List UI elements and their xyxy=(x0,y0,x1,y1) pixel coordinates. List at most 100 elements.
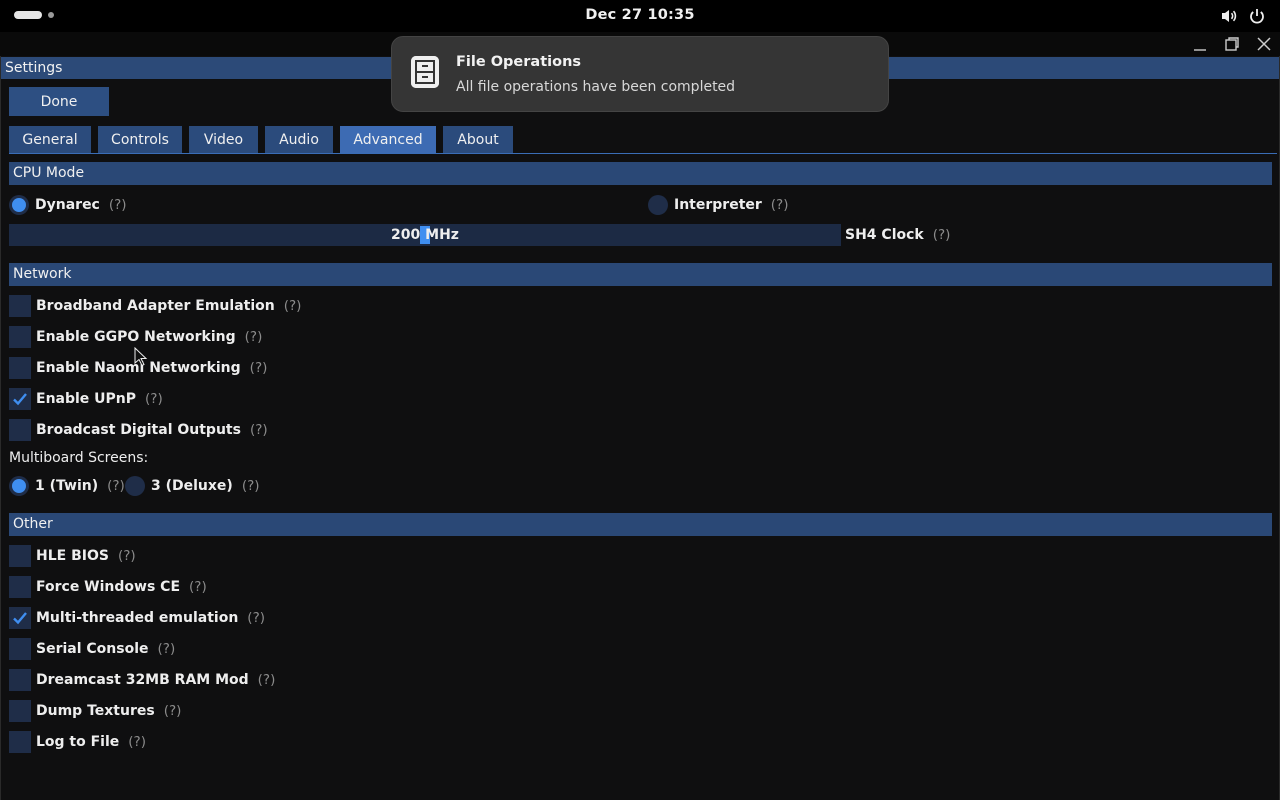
checkbox[interactable] xyxy=(9,545,31,567)
help-marker[interactable]: (?) xyxy=(107,478,125,494)
close-button[interactable] xyxy=(1256,36,1272,52)
checkbox[interactable] xyxy=(9,731,31,753)
radio-label: 3 (Deluxe) xyxy=(151,478,233,494)
checkbox-ggpo-networking[interactable]: Enable GGPO Networking (?) xyxy=(9,326,262,348)
help-marker[interactable]: (?) xyxy=(771,197,789,213)
help-marker[interactable]: (?) xyxy=(164,703,182,719)
checkbox-force-windows-ce[interactable]: Force Windows CE (?) xyxy=(9,576,207,598)
checkbox[interactable] xyxy=(9,357,31,379)
tab-video[interactable]: Video xyxy=(189,126,258,153)
help-marker[interactable]: (?) xyxy=(128,734,146,750)
help-marker[interactable]: (?) xyxy=(189,579,207,595)
checkbox-label: Broadcast Digital Outputs xyxy=(36,422,241,438)
tab-general[interactable]: General xyxy=(9,126,91,153)
checkbox-upnp[interactable]: Enable UPnP (?) xyxy=(9,388,163,410)
minimize-icon xyxy=(1194,49,1206,51)
radio-label: Dynarec xyxy=(35,197,100,213)
tab-underline xyxy=(9,153,1277,154)
help-marker[interactable]: (?) xyxy=(258,672,276,688)
radio-button[interactable] xyxy=(9,476,29,496)
window-title: Settings xyxy=(5,60,63,76)
checkbox-label: Force Windows CE xyxy=(36,579,181,595)
radio-interpreter[interactable]: Interpreter (?) xyxy=(648,194,788,216)
slider-value: 200 MHz xyxy=(391,227,459,243)
checkbox[interactable] xyxy=(9,295,31,317)
notification-body: All file operations have been completed xyxy=(456,79,736,95)
system-tray[interactable] xyxy=(1220,7,1266,25)
settings-tabs: General Controls Video Audio Advanced Ab… xyxy=(9,126,520,153)
minimize-button[interactable] xyxy=(1192,36,1208,52)
help-marker[interactable]: (?) xyxy=(284,298,302,314)
help-marker[interactable]: (?) xyxy=(118,548,136,564)
section-title: Network xyxy=(13,266,72,282)
tab-controls[interactable]: Controls xyxy=(98,126,182,153)
radio-button[interactable] xyxy=(9,195,29,215)
tab-about[interactable]: About xyxy=(443,126,513,153)
sh4-clock-label-row: SH4 Clock (?) xyxy=(845,224,950,246)
sh4-clock-slider[interactable]: 200 MHz xyxy=(9,224,841,246)
checkbox[interactable] xyxy=(9,576,31,598)
maximize-button[interactable] xyxy=(1224,36,1240,52)
checkbox-broadcast-digital-outputs[interactable]: Broadcast Digital Outputs (?) xyxy=(9,419,268,441)
checkbox-label: Dump Textures xyxy=(36,703,155,719)
help-marker[interactable]: (?) xyxy=(242,478,260,494)
close-icon xyxy=(1257,37,1271,51)
checkbox[interactable] xyxy=(9,388,31,410)
radio-multiboard-deluxe[interactable]: 3 (Deluxe) (?) xyxy=(125,475,260,497)
restore-icon xyxy=(1225,37,1239,51)
help-marker[interactable]: (?) xyxy=(245,329,263,345)
checkmark-icon xyxy=(13,612,27,625)
checkbox[interactable] xyxy=(9,326,31,348)
notification-title: File Operations xyxy=(456,54,582,70)
checkbox[interactable] xyxy=(9,419,31,441)
section-network: Network xyxy=(9,263,1272,286)
checkbox-hle-bios[interactable]: HLE BIOS (?) xyxy=(9,545,136,567)
checkbox-label: Broadband Adapter Emulation xyxy=(36,298,275,314)
checkbox-label: Log to File xyxy=(36,734,120,750)
notification-banner[interactable]: File Operations All file operations have… xyxy=(391,36,889,112)
tab-advanced[interactable]: Advanced xyxy=(340,126,436,153)
done-button[interactable]: Done xyxy=(9,87,109,116)
section-other: Other xyxy=(9,513,1272,536)
checkbox-32mb-ram-mod[interactable]: Dreamcast 32MB RAM Mod (?) xyxy=(9,669,275,691)
checkbox-broadband-adapter[interactable]: Broadband Adapter Emulation (?) xyxy=(9,295,301,317)
checkbox-label: Enable GGPO Networking xyxy=(36,329,236,345)
checkbox-dump-textures[interactable]: Dump Textures (?) xyxy=(9,700,181,722)
volume-icon xyxy=(1220,7,1238,25)
checkbox-log-to-file[interactable]: Log to File (?) xyxy=(9,731,146,753)
radio-label: 1 (Twin) xyxy=(35,478,99,494)
checkbox-multithreaded-emulation[interactable]: Multi-threaded emulation (?) xyxy=(9,607,265,629)
checkbox[interactable] xyxy=(9,638,31,660)
help-marker[interactable]: (?) xyxy=(933,227,951,243)
checkbox-label: HLE BIOS xyxy=(36,548,109,564)
help-marker[interactable]: (?) xyxy=(109,197,127,213)
help-marker[interactable]: (?) xyxy=(250,422,268,438)
help-marker[interactable]: (?) xyxy=(145,391,163,407)
clock[interactable]: Dec 27 10:35 xyxy=(0,7,1280,23)
section-title: Other xyxy=(13,516,53,532)
help-marker[interactable]: (?) xyxy=(247,610,265,626)
file-cabinet-icon xyxy=(411,56,439,88)
radio-dynarec[interactable]: Dynarec (?) xyxy=(9,194,127,216)
help-marker[interactable]: (?) xyxy=(158,641,176,657)
checkbox[interactable] xyxy=(9,700,31,722)
checkbox-serial-console[interactable]: Serial Console (?) xyxy=(9,638,175,660)
sh4-clock-label: SH4 Clock xyxy=(845,227,924,243)
checkbox-label: Enable UPnP xyxy=(36,391,137,407)
help-marker[interactable]: (?) xyxy=(250,360,268,376)
radio-button[interactable] xyxy=(648,195,668,215)
system-top-bar: Dec 27 10:35 xyxy=(0,0,1280,32)
checkbox[interactable] xyxy=(9,607,31,629)
section-title: CPU Mode xyxy=(13,165,85,181)
power-icon xyxy=(1248,7,1266,25)
multiboard-label-row: Multiboard Screens: xyxy=(9,447,148,469)
radio-multiboard-twin[interactable]: 1 (Twin) (?) xyxy=(9,475,125,497)
checkbox-label: Serial Console xyxy=(36,641,149,657)
radio-button[interactable] xyxy=(125,476,145,496)
section-cpu-mode: CPU Mode xyxy=(9,162,1272,185)
radio-label: Interpreter xyxy=(674,197,762,213)
checkmark-icon xyxy=(13,393,27,406)
checkbox[interactable] xyxy=(9,669,31,691)
checkbox-label: Multi-threaded emulation xyxy=(36,610,239,626)
tab-audio[interactable]: Audio xyxy=(265,126,333,153)
